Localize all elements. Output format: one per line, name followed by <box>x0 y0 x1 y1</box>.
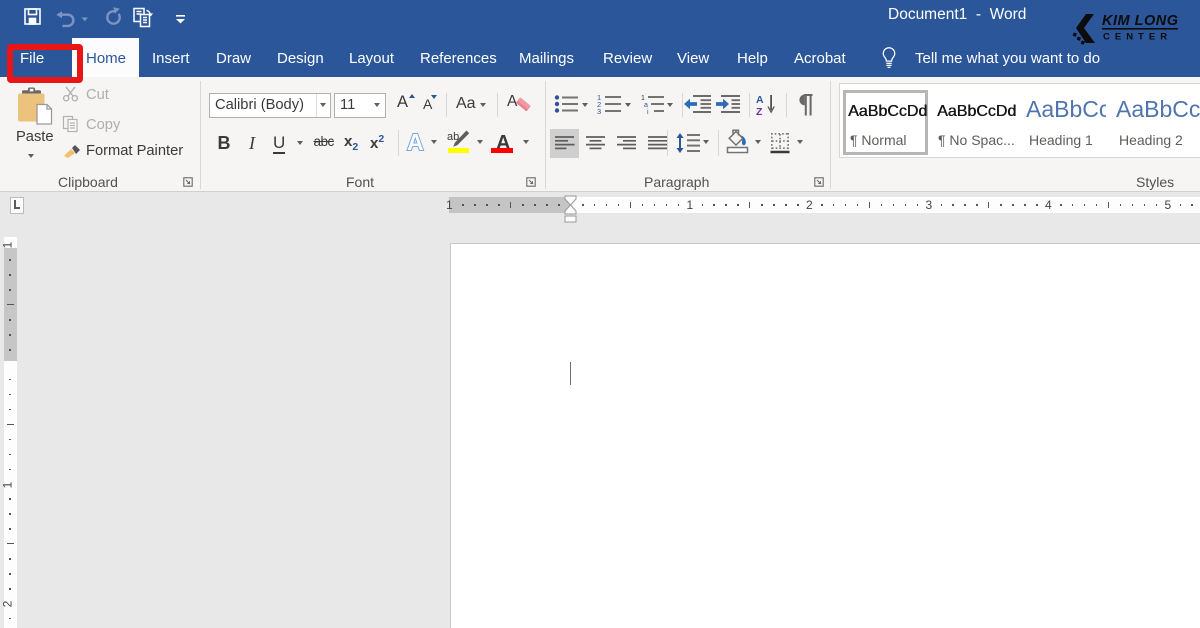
svg-text:A: A <box>407 129 424 154</box>
svg-text:3: 3 <box>597 107 601 115</box>
svg-text:KIM LONG: KIM LONG <box>1102 13 1179 29</box>
svg-text:CENTER: CENTER <box>1103 32 1172 43</box>
svg-text:1: 1 <box>641 95 645 102</box>
svg-text:Z: Z <box>756 106 763 116</box>
svg-text:a: a <box>644 102 648 109</box>
svg-text:A: A <box>756 94 764 106</box>
svg-text:i: i <box>647 109 649 115</box>
